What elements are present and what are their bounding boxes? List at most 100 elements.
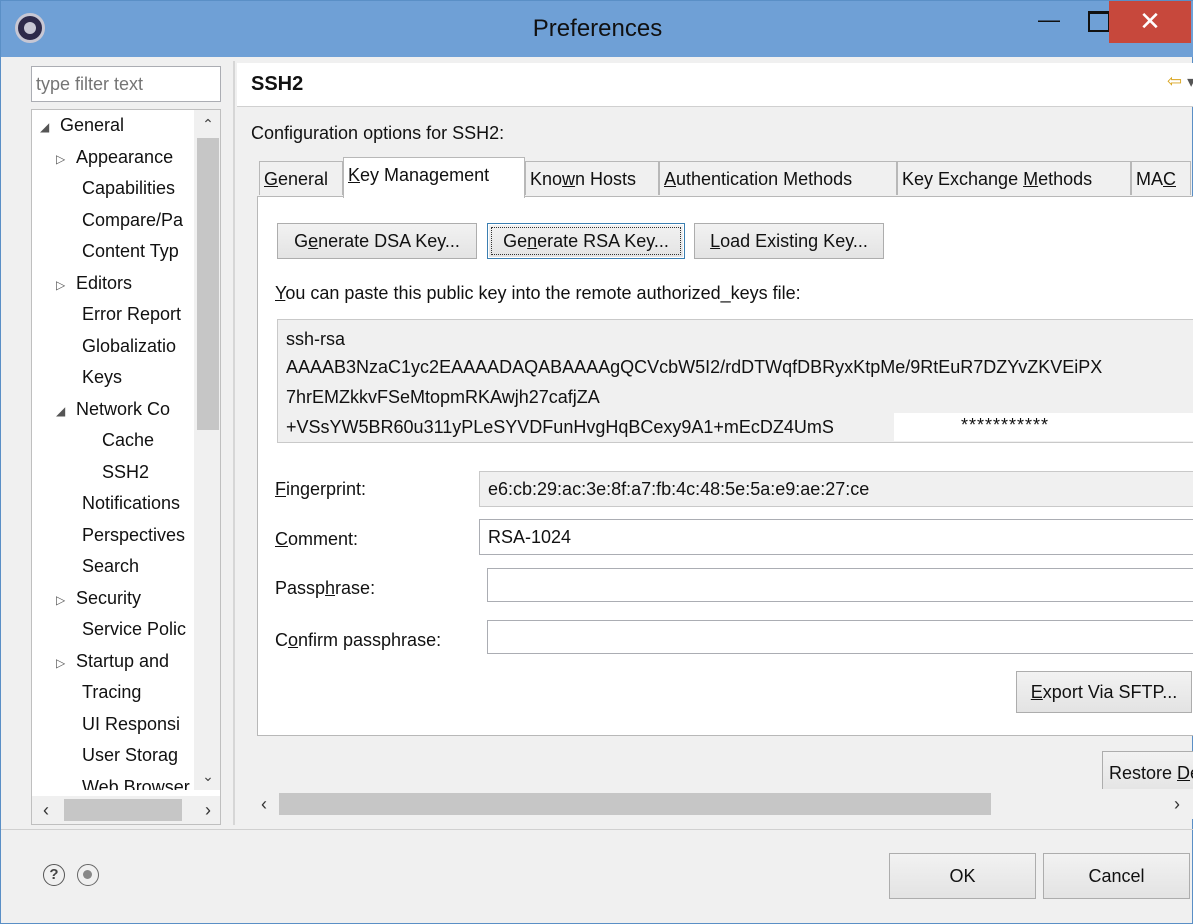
fingerprint-label-rest: ingerprint: bbox=[286, 479, 367, 499]
minimize-button[interactable]: — bbox=[1029, 1, 1069, 41]
tree-item[interactable]: Search bbox=[82, 551, 139, 582]
tree-item[interactable]: SSH2 bbox=[102, 457, 149, 488]
record-macro-icon[interactable] bbox=[77, 864, 99, 886]
scroll-left-icon[interactable]: ‹ bbox=[251, 789, 277, 819]
confirm-passphrase-input[interactable] bbox=[487, 620, 1193, 654]
tree-item-label: Security bbox=[76, 587, 142, 608]
tab-general[interactable]: General bbox=[259, 161, 343, 195]
tab-known-hosts-label-rest: n Hosts bbox=[575, 169, 637, 189]
filter-input[interactable] bbox=[31, 66, 221, 102]
expand-arrow-icon[interactable]: ▷ bbox=[56, 144, 70, 175]
tree-item-label: Search bbox=[82, 556, 140, 576]
scroll-right-icon[interactable]: › bbox=[1164, 789, 1190, 819]
tree-item-label: SSH2 bbox=[102, 461, 150, 482]
generate-dsa-label-rest: nerate DSA Key... bbox=[318, 231, 460, 251]
window-title: Preferences bbox=[532, 15, 663, 42]
tree-horizontal-scroll-thumb[interactable] bbox=[64, 799, 182, 821]
page-horizontal-scroll-thumb[interactable] bbox=[279, 793, 991, 815]
passphrase-label-pre: Passp bbox=[275, 578, 326, 598]
help-icon[interactable]: ? bbox=[43, 864, 65, 886]
public-key-line: +VSsYW5BR60u311yPLeSYVDFunHvgHqBCexy9A1+… bbox=[286, 417, 834, 437]
tab-known-hosts[interactable]: Known Hosts bbox=[525, 161, 659, 195]
tree-item[interactable]: ◢ Network Co bbox=[56, 394, 170, 425]
fingerprint-label: Fingerprint: bbox=[275, 479, 366, 500]
tree-item[interactable]: Web Browser bbox=[82, 772, 190, 791]
tab-key-exchange-methods[interactable]: Key Exchange Methods bbox=[897, 161, 1131, 195]
tree-item[interactable]: ◢ General bbox=[40, 110, 124, 141]
public-key-line: AAAAB3NzaC1yc2EAAAADAQABAAAAgQCVcbW5I2/r… bbox=[286, 357, 1103, 377]
back-menu-chevron-icon[interactable]: ▾ bbox=[1187, 72, 1193, 92]
generate-rsa-key-button[interactable]: Generate RSA Key... bbox=[487, 223, 685, 259]
tree-item[interactable]: ▷ Security bbox=[56, 583, 141, 614]
title-bar[interactable]: Preferences — ✕ bbox=[1, 1, 1193, 57]
tab-key-exchange-methods-mnemonic: M bbox=[1023, 169, 1039, 189]
splitter-sash[interactable] bbox=[233, 61, 235, 825]
tree-item[interactable]: Notifications bbox=[82, 488, 180, 519]
scroll-left-icon[interactable]: ‹ bbox=[32, 796, 60, 824]
tree-item-label: Web Browser bbox=[82, 776, 190, 791]
load-existing-key-button[interactable]: Load Existing Key... bbox=[694, 223, 884, 259]
tree-item-label: Keys bbox=[82, 367, 123, 387]
public-key-label: You can paste this public key into the r… bbox=[275, 283, 801, 304]
tab-key-management[interactable]: Key Management bbox=[343, 157, 525, 198]
scroll-down-icon[interactable]: ⌄ bbox=[194, 764, 220, 788]
scroll-up-icon[interactable]: ⌃ bbox=[194, 112, 220, 136]
tree-item[interactable]: Capabilities bbox=[82, 173, 175, 204]
collapse-arrow-icon[interactable]: ◢ bbox=[56, 396, 70, 427]
expand-arrow-icon[interactable]: ▷ bbox=[56, 648, 70, 679]
scroll-right-icon[interactable]: › bbox=[194, 796, 220, 824]
generate-dsa-mnemonic: e bbox=[308, 231, 319, 251]
passphrase-label: Passphrase: bbox=[275, 578, 375, 599]
confirm-passphrase-label: Confirm passphrase: bbox=[275, 630, 441, 651]
preferences-window: Preferences — ✕ ◢ General ▷ Appearance Capab… bbox=[0, 0, 1193, 924]
tree-item-label: Error Report bbox=[82, 304, 182, 324]
tree-item[interactable]: Content Typ bbox=[82, 236, 179, 267]
generate-dsa-label: G bbox=[294, 231, 309, 251]
tree-item[interactable]: ▷ Startup and bbox=[56, 646, 169, 677]
fingerprint-field[interactable]: e6:cb:29:ac:3e:8f:a7:fb:4c:48:5e:5a:e9:a… bbox=[479, 471, 1193, 507]
tree-horizontal-scrollbar[interactable]: ‹ › bbox=[32, 796, 220, 824]
passphrase-input[interactable] bbox=[487, 568, 1193, 602]
tree-item[interactable]: ▷ Editors bbox=[56, 268, 132, 299]
load-existing-mnemonic: L bbox=[710, 231, 721, 251]
back-arrow-icon[interactable]: ⇦ bbox=[1167, 71, 1182, 92]
close-button[interactable]: ✕ bbox=[1109, 1, 1191, 43]
tree-item-label: Startup and bbox=[76, 650, 170, 671]
tree-item[interactable]: Error Report bbox=[82, 299, 181, 330]
tab-authentication-methods[interactable]: Authentication Methods bbox=[659, 161, 897, 195]
comment-field[interactable]: RSA-1024 bbox=[479, 519, 1193, 555]
tree-item[interactable]: Service Polic bbox=[82, 614, 186, 645]
expand-arrow-icon[interactable]: ▷ bbox=[56, 585, 70, 616]
preference-tree: ◢ General ▷ Appearance Capabilities Compare/P… bbox=[31, 109, 221, 825]
export-via-sftp-button[interactable]: Export Via SFTP... bbox=[1016, 671, 1192, 713]
expand-arrow-icon[interactable]: ▷ bbox=[56, 270, 70, 301]
tree-item[interactable]: Perspectives bbox=[82, 520, 185, 551]
tree-item-label: Cache bbox=[102, 430, 155, 450]
tab-mac[interactable]: MAC bbox=[1131, 161, 1191, 195]
restore-label-pre: Restore bbox=[1109, 763, 1178, 783]
tree-item[interactable]: Cache bbox=[102, 425, 154, 456]
tree-item[interactable]: Tracing bbox=[82, 677, 141, 708]
tab-mac-label: MA bbox=[1136, 169, 1163, 189]
tree-item-label: UI Responsi bbox=[82, 713, 181, 734]
tree-item[interactable]: User Storag bbox=[82, 740, 178, 771]
tree-vertical-scrollbar[interactable]: ⌃ ⌄ bbox=[194, 110, 220, 790]
tab-key-exchange-methods-label-rest: ethods bbox=[1038, 169, 1093, 189]
ok-button[interactable]: OK bbox=[889, 853, 1036, 899]
passphrase-label-rest: rase: bbox=[335, 578, 376, 598]
tree-vertical-scroll-thumb[interactable] bbox=[197, 138, 219, 430]
tree-item[interactable]: ▷ Appearance bbox=[56, 142, 173, 173]
fingerprint-label-mnemonic: F bbox=[275, 479, 286, 499]
comment-label-rest: omment: bbox=[288, 529, 359, 549]
tab-key-management-label-rest: ey Management bbox=[360, 165, 490, 185]
tree-item-label: Perspectives bbox=[82, 524, 186, 545]
page-horizontal-scrollbar[interactable]: ‹ › bbox=[249, 789, 1193, 819]
tree-item[interactable]: Globalizatio bbox=[82, 331, 176, 362]
cancel-button[interactable]: Cancel bbox=[1043, 853, 1190, 899]
tree-item[interactable]: Compare/Pa bbox=[82, 205, 183, 236]
collapse-arrow-icon[interactable]: ◢ bbox=[40, 112, 54, 143]
tree-item[interactable]: Keys bbox=[82, 362, 122, 393]
generate-dsa-key-button[interactable]: Generate DSA Key... bbox=[277, 223, 477, 259]
public-key-label-rest: ou can paste this public key into the re… bbox=[285, 283, 801, 303]
tree-item[interactable]: UI Responsi bbox=[82, 709, 180, 740]
